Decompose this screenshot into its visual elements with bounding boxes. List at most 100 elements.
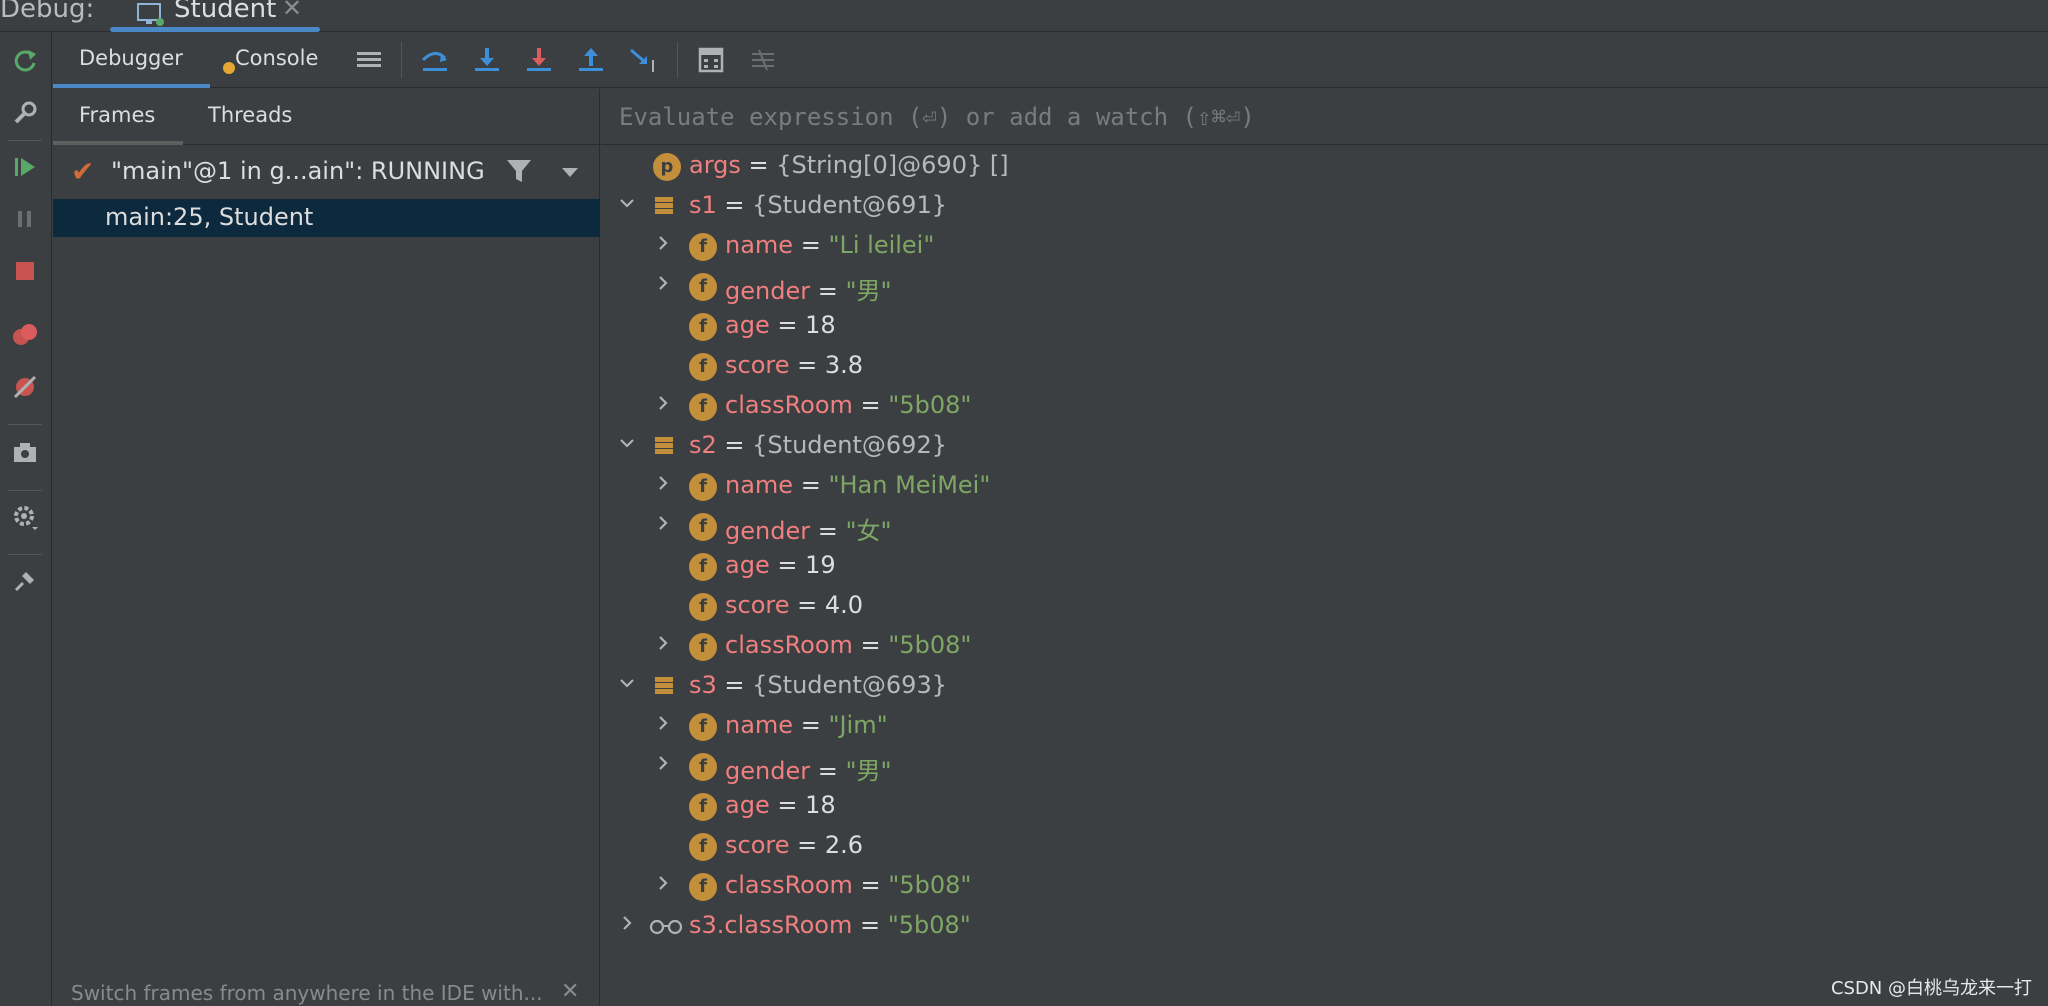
variable-value: 2.6 [824, 831, 864, 859]
equals-sign: = [810, 517, 846, 545]
chevron-down-icon[interactable] [617, 673, 637, 693]
field-icon: f [689, 753, 717, 781]
variable-value: 3.8 [824, 351, 864, 379]
variable-name: age [725, 791, 770, 819]
variable-content: classRoom = "5b08" [725, 391, 971, 419]
debug-label: Debug: [0, 0, 95, 24]
chevron-right-icon[interactable] [653, 633, 673, 653]
pause-icon[interactable] [10, 204, 40, 234]
chevron-right-icon[interactable] [653, 393, 673, 413]
equals-sign: = [789, 351, 825, 379]
watch-glasses-icon [649, 919, 683, 935]
thread-name: "main"@1 in g...ain": RUNNING [111, 157, 485, 185]
field-icon: f [689, 393, 717, 421]
tab-debugger[interactable]: Debugger [79, 46, 183, 70]
variable-field-row[interactable]: f name = "Jim" [601, 707, 2048, 747]
run-to-cursor-icon[interactable] [627, 44, 659, 76]
variable-row[interactable]: s3 = {Student@693} [601, 667, 2048, 707]
step-out-icon[interactable] [575, 44, 607, 76]
variable-value: "男" [845, 277, 892, 305]
variable-field-row[interactable]: f gender = "男" [601, 267, 2048, 307]
application-icon [137, 3, 164, 26]
evaluate-expression-input[interactable] [617, 97, 2017, 137]
tab-active-indicator [53, 84, 210, 88]
mute-breakpoints-icon[interactable] [10, 372, 40, 402]
equals-sign: = [810, 277, 846, 305]
chevron-down-icon[interactable] [617, 193, 637, 213]
force-step-into-icon[interactable] [523, 44, 555, 76]
chevron-down-icon[interactable] [617, 433, 637, 453]
rerun-icon[interactable] [10, 46, 40, 76]
close-icon[interactable]: ✕ [282, 0, 302, 22]
trace-stream-icon[interactable] [747, 44, 779, 76]
variable-field-row[interactable]: f gender = "男" [601, 747, 2048, 787]
variable-value: "5b08" [888, 391, 972, 419]
chevron-right-icon[interactable] [653, 273, 673, 293]
equals-sign: = [793, 471, 829, 499]
stop-icon[interactable] [10, 256, 40, 286]
variable-field-row[interactable]: f age = 18 [601, 787, 2048, 827]
chevron-right-icon[interactable] [653, 513, 673, 533]
variable-row[interactable]: s2 = {Student@692} [601, 427, 2048, 467]
variable-content: gender = "女" [725, 511, 892, 546]
field-icon: f [689, 473, 717, 501]
equals-sign: = [793, 231, 829, 259]
tab-frames[interactable]: Frames [79, 103, 155, 127]
variable-field-row[interactable]: f score = 2.6 [601, 827, 2048, 867]
variable-name: name [725, 471, 794, 499]
equals-sign: = [789, 831, 825, 859]
chevron-right-icon[interactable] [653, 473, 673, 493]
frame-label: main:25, Student [105, 203, 314, 231]
layout-menu-icon[interactable] [353, 44, 385, 76]
variable-field-row[interactable]: f score = 4.0 [601, 587, 2048, 627]
camera-icon[interactable] [10, 438, 40, 468]
variables-panel: pargs = {String[0]@690} []s1 = {Student@… [601, 89, 2048, 1006]
equals-sign: = [852, 871, 889, 899]
field-icon: f [689, 273, 717, 301]
variable-name: s1 [689, 191, 717, 219]
variable-field-row[interactable]: f classRoom = "5b08" [601, 387, 2048, 427]
thread-selector[interactable]: ✔ "main"@1 in g...ain": RUNNING [53, 145, 600, 199]
variable-field-row[interactable]: f name = "Han MeiMei" [601, 467, 2048, 507]
chevron-right-icon[interactable] [617, 913, 637, 933]
chevron-right-icon[interactable] [653, 873, 673, 893]
chevron-right-icon[interactable] [653, 713, 673, 733]
close-icon[interactable]: ✕ [561, 979, 579, 1004]
variable-content: s2 = {Student@692} [689, 431, 947, 459]
tab-threads[interactable]: Threads [208, 103, 292, 127]
wrench-icon[interactable] [10, 98, 40, 128]
variable-row[interactable]: p args = {String[0]@690} [] [601, 147, 2048, 187]
variable-field-row[interactable]: f score = 3.8 [601, 347, 2048, 387]
variable-content: name = "Li leilei" [725, 231, 934, 259]
resume-icon[interactable] [10, 152, 40, 182]
variable-content: s3.classRoom = "5b08" [689, 911, 971, 939]
frames-tabs: Frames Threads [53, 89, 600, 145]
frame-item[interactable]: main:25, Student [53, 199, 600, 237]
tab-console[interactable]: Console [235, 46, 318, 70]
chevron-right-icon[interactable] [653, 233, 673, 253]
variable-field-row[interactable]: f gender = "女" [601, 507, 2048, 547]
toolbar-separator [677, 42, 678, 78]
pin-icon[interactable] [10, 566, 40, 596]
step-into-icon[interactable] [471, 44, 503, 76]
tab-student[interactable]: Student ✕ [110, 0, 320, 32]
variable-content: name = "Han MeiMei" [725, 471, 990, 499]
view-breakpoints-icon[interactable] [10, 320, 40, 350]
chevron-down-icon[interactable] [559, 161, 581, 183]
chevron-right-icon[interactable] [653, 753, 673, 773]
variable-field-row[interactable]: f age = 18 [601, 307, 2048, 347]
variable-name: gender [725, 757, 811, 785]
variable-row[interactable]: s1 = {Student@691} [601, 187, 2048, 227]
variable-field-row[interactable]: f age = 19 [601, 547, 2048, 587]
step-over-icon[interactable] [419, 44, 451, 76]
field-icon: f [689, 713, 717, 741]
variable-field-row[interactable]: f classRoom = "5b08" [601, 627, 2048, 667]
frames-panel: Frames Threads ✔ "main"@1 in g...ain": R… [53, 89, 600, 1006]
settings-gear-icon[interactable] [10, 502, 40, 532]
variable-field-row[interactable]: f name = "Li leilei" [601, 227, 2048, 267]
variable-name: s3.classRoom [689, 911, 853, 939]
watch-row[interactable]: s3.classRoom = "5b08" [601, 907, 2048, 947]
filter-icon[interactable] [505, 157, 533, 185]
evaluate-expression-icon[interactable] [695, 44, 727, 76]
variable-field-row[interactable]: f classRoom = "5b08" [601, 867, 2048, 907]
